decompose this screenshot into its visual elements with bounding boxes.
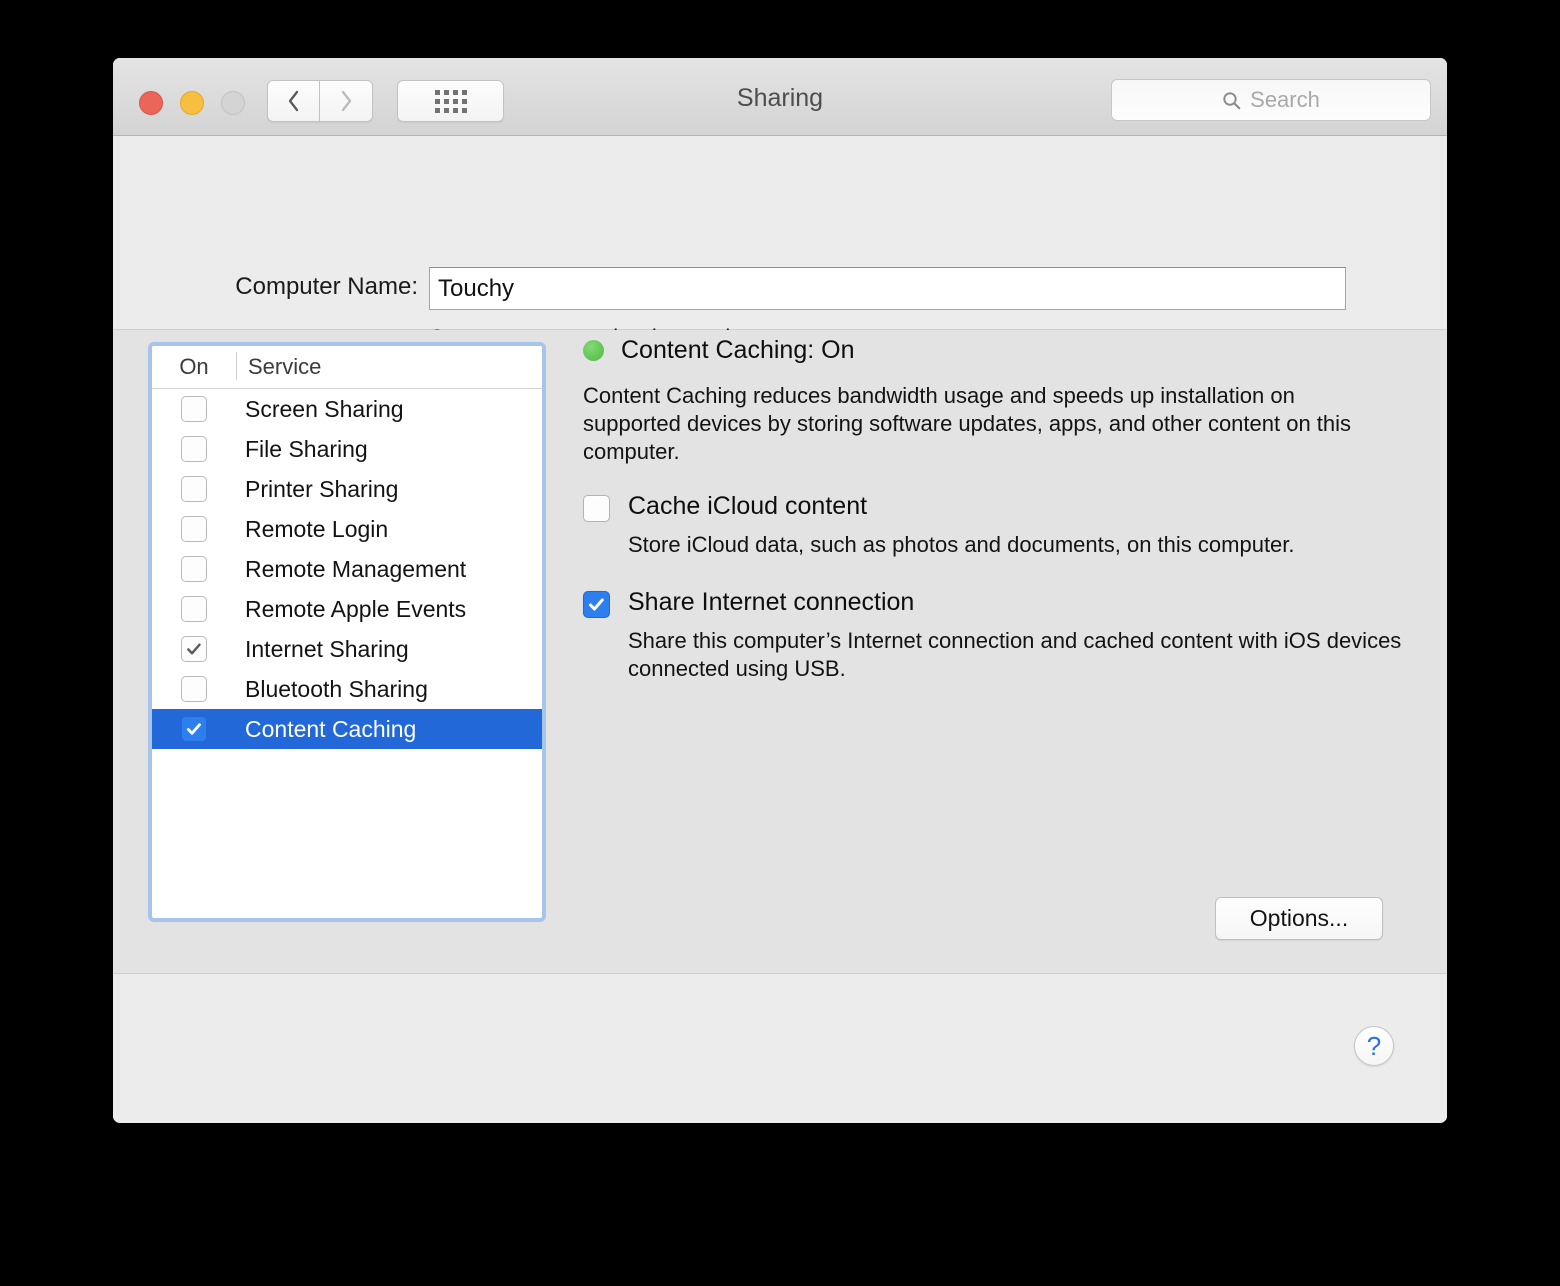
window-titlebar: Sharing Search [113,58,1447,136]
computer-name-label: Computer Name: [235,273,418,300]
search-placeholder: Search [1250,87,1320,112]
service-detail-pane: Content Caching: On Content Caching redu… [583,330,1427,973]
service-label: Printer Sharing [245,475,399,502]
service-row[interactable]: Remote Management [152,549,542,589]
column-header-service: Service [248,354,322,379]
service-checkbox[interactable] [181,596,207,622]
service-row[interactable]: Screen Sharing [152,389,542,429]
service-list[interactable]: On Service Screen Sharing File Sharing Pri… [148,342,546,922]
computer-name-section: Computer Name: Computers on your local n… [113,136,1447,381]
checkmark-icon [589,598,604,611]
option-share-internet-connection: Share Internet connection Share this com… [583,588,1418,683]
service-row[interactable]: Remote Login [152,509,542,549]
service-label: Remote Login [245,515,389,542]
service-checkbox[interactable] [181,636,207,662]
option-cache-icloud-row[interactable]: Cache iCloud content [583,492,1418,522]
option-cache-icloud-content: Cache iCloud content Store iCloud data, … [583,492,1418,559]
service-label: Content Caching [245,715,417,742]
service-label: File Sharing [245,435,368,462]
service-list-header: On Service [152,346,542,389]
cache-icloud-label: Cache iCloud content [628,492,868,520]
computer-name-input[interactable] [429,267,1346,310]
checkmark-icon [186,723,201,735]
service-row[interactable]: File Sharing [152,429,542,469]
column-divider [236,352,237,380]
service-rows: Screen Sharing File Sharing Printer Sharin… [152,389,542,749]
service-label: Screen Sharing [245,395,404,422]
service-row[interactable]: Remote Apple Events [152,589,542,629]
service-label: Remote Management [245,555,467,582]
options-button[interactable]: Options... [1215,897,1383,940]
status-line: Content Caching: On [583,336,854,365]
window-footer: ? [113,974,1447,1120]
service-label: Remote Apple Events [245,595,467,622]
service-checkbox[interactable] [181,396,207,422]
service-checkbox[interactable] [181,516,207,542]
share-internet-label: Share Internet connection [628,588,915,616]
service-checkbox[interactable] [181,436,207,462]
status-indicator-icon [583,340,604,361]
cache-icloud-sublabel: Store iCloud data, such as photos and do… [628,532,1295,557]
service-label: Internet Sharing [245,635,409,662]
service-row[interactable]: Printer Sharing [152,469,542,509]
service-description: Content Caching reduces bandwidth usage … [583,383,1352,464]
service-checkbox[interactable] [181,716,207,742]
service-row[interactable]: Bluetooth Sharing [152,669,542,709]
share-internet-checkbox[interactable] [583,591,610,618]
search-icon [1223,91,1241,109]
service-row[interactable]: Content Caching [152,709,542,749]
share-internet-sublabel: Share this computer’s Internet connectio… [628,628,1402,681]
services-section: On Service Screen Sharing File Sharing Pri… [113,330,1447,974]
checkmark-icon [187,643,201,655]
service-checkbox[interactable] [181,476,207,502]
sharing-preferences-window: Sharing Search Computer Name: Computers … [113,58,1447,1123]
status-label: Content Caching: On [621,336,855,364]
option-share-internet-row[interactable]: Share Internet connection [583,588,1418,618]
service-checkbox[interactable] [181,676,207,702]
search-field[interactable]: Search [1111,79,1431,121]
column-header-on: On [179,354,209,379]
help-button[interactable]: ? [1354,1026,1394,1066]
service-row[interactable]: Internet Sharing [152,629,542,669]
service-label: Bluetooth Sharing [245,675,428,702]
service-checkbox[interactable] [181,556,207,582]
cache-icloud-checkbox[interactable] [583,495,610,522]
